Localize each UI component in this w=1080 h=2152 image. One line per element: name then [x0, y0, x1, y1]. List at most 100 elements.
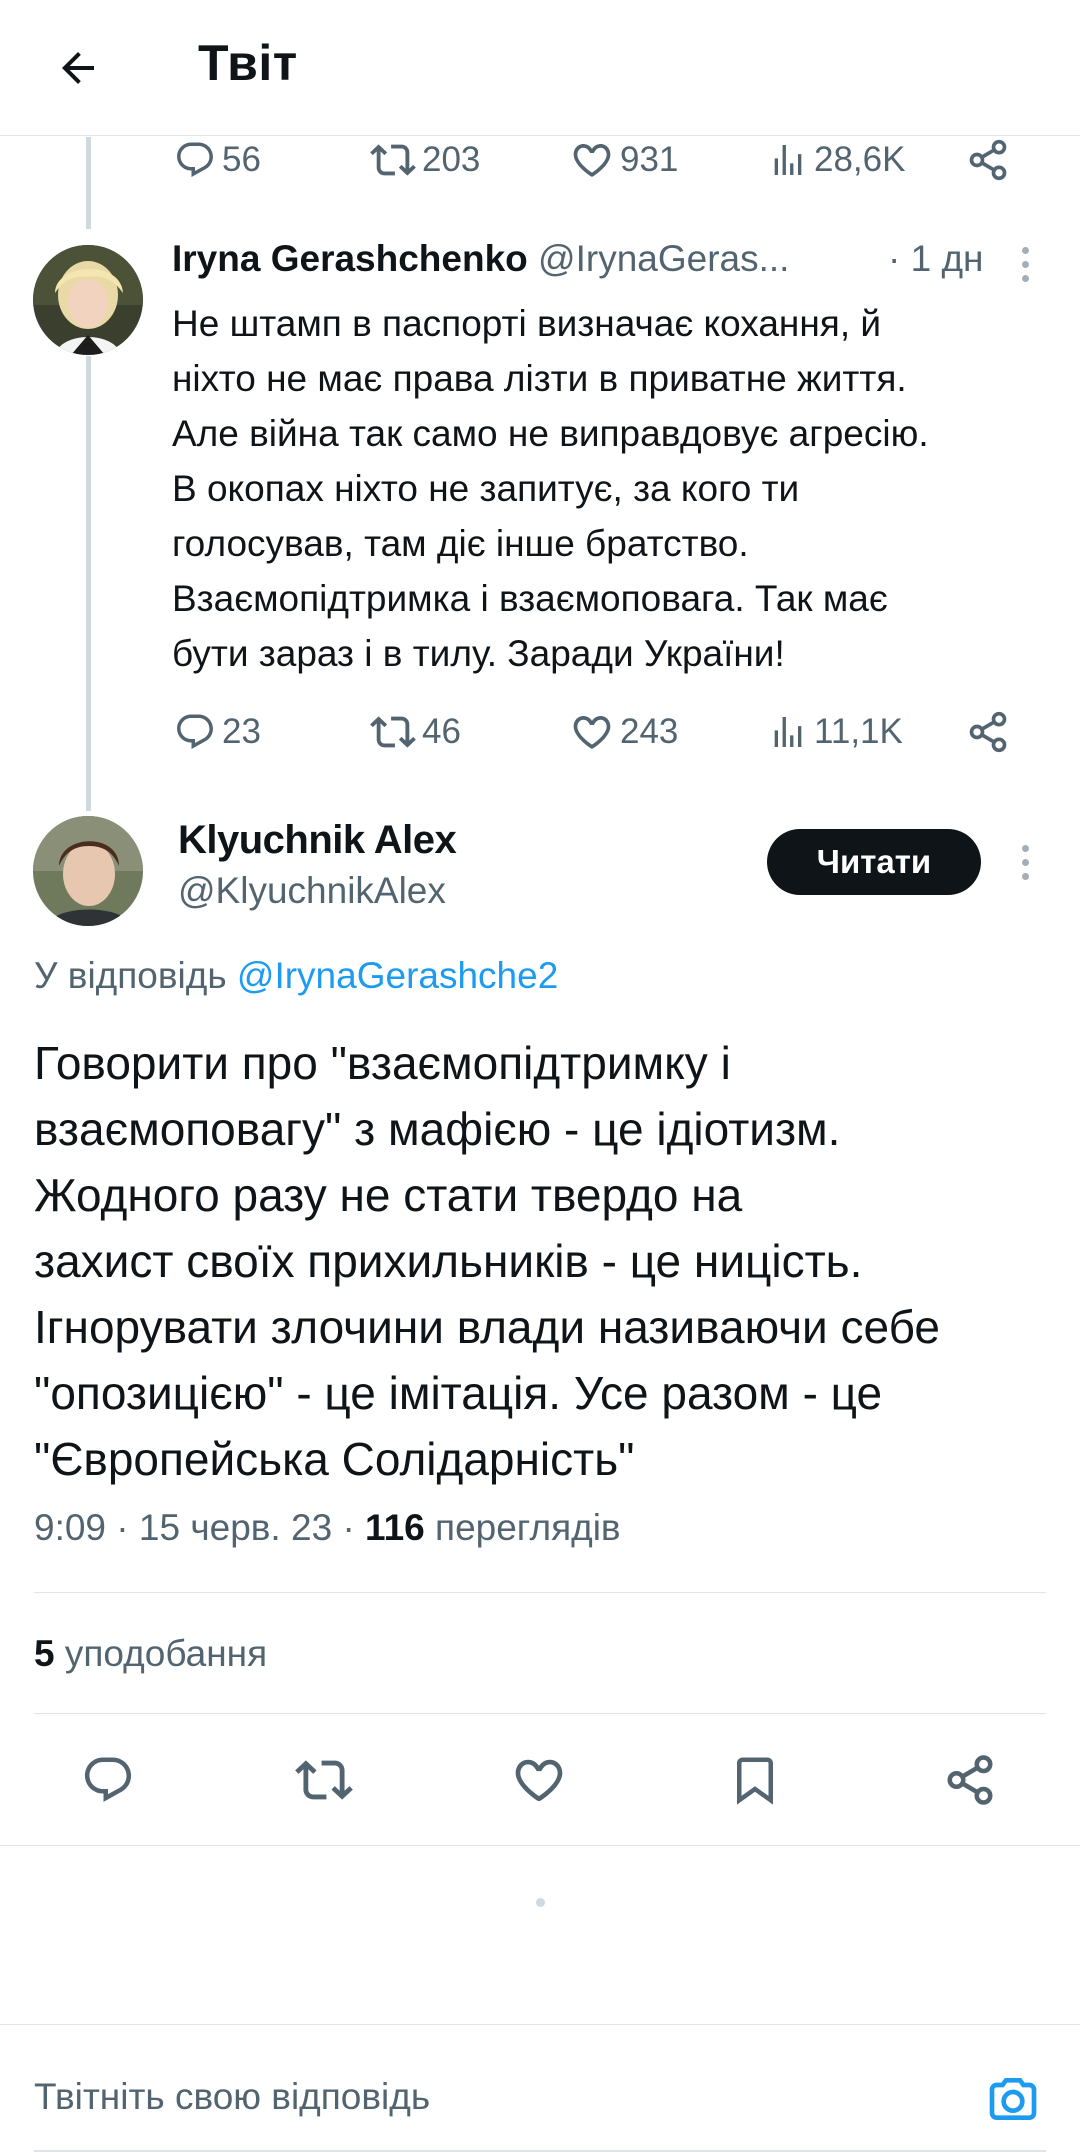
retweet-icon — [370, 716, 416, 748]
heart-icon — [515, 1759, 563, 1802]
main-tweet-text: Говорити про "взаємопідтримку і взаємопо… — [34, 1030, 1054, 1492]
loading-dot — [536, 1898, 545, 1907]
text-line: Ігнорувати злочини влади називаючи себе — [34, 1301, 940, 1353]
likes-count: 5 — [34, 1633, 55, 1674]
back-button[interactable] — [40, 30, 116, 106]
thread-line — [86, 137, 91, 229]
views-button[interactable]: 11,1K — [768, 702, 903, 762]
reply-composer: Твітніть свою відповідь — [0, 2024, 1080, 2152]
reply-icon — [84, 1757, 132, 1802]
arrow-left-icon — [62, 52, 94, 84]
share-button[interactable] — [966, 702, 1010, 762]
tweet-time[interactable]: 9:09 — [34, 1507, 106, 1548]
divider — [0, 1845, 1080, 1846]
more-dot — [1021, 872, 1029, 880]
text-line: Не штамп в паспорті визначає кохання, й — [172, 303, 882, 344]
share-icon — [969, 711, 1007, 753]
reply-input[interactable]: Твітніть свою відповідь — [34, 2076, 430, 2118]
reply-tweet-actions: 23 46 243 11,1K — [170, 702, 1030, 762]
more-dot — [1021, 274, 1029, 282]
like-button[interactable] — [504, 1745, 574, 1815]
retweet-count: 203 — [422, 140, 481, 179]
reply-button[interactable] — [73, 1745, 143, 1815]
main-tweet-actions — [0, 1745, 1080, 1815]
views-count: 28,6K — [814, 140, 906, 179]
camera-button[interactable] — [978, 2064, 1048, 2134]
views-count: 116 — [365, 1507, 425, 1548]
tweet-meta: 9:09 · 15 черв. 23 · 116 переглядів — [34, 1507, 621, 1549]
top-bar: Твіт — [0, 0, 1080, 136]
text-line: захист своїх прихильників - це ницість. — [34, 1235, 863, 1287]
retweet-button[interactable]: 203 — [370, 130, 480, 190]
meta-separator: · — [116, 1507, 129, 1548]
like-count: 931 — [620, 140, 679, 179]
retweet-icon — [295, 1760, 353, 1800]
bookmark-button[interactable] — [720, 1745, 790, 1815]
reply-button[interactable]: 56 — [174, 130, 261, 190]
tweet-time[interactable]: · 1 дн — [888, 238, 983, 280]
like-button[interactable]: 931 — [570, 130, 678, 190]
retweet-icon — [370, 144, 416, 176]
likes-label: уподобання — [64, 1633, 268, 1674]
reply-prefix: У відповідь — [34, 955, 227, 996]
divider — [34, 1592, 1046, 1593]
heart-icon — [573, 144, 611, 177]
text-line: Але війна так само не виправдовує агресі… — [172, 413, 929, 454]
text-line: В окопах ніхто не запитує, за кого ти — [172, 468, 800, 509]
author-handle[interactable]: @IrynaGeras... — [538, 238, 789, 279]
like-button[interactable]: 243 — [570, 702, 678, 762]
reply-count: 56 — [222, 140, 261, 179]
text-line: бути зараз і в тилу. Заради України! — [172, 633, 785, 674]
analytics-icon — [774, 717, 802, 747]
text-line: голосував, там діє інше братство. — [172, 523, 749, 564]
more-options-button[interactable] — [1005, 832, 1045, 892]
text-line: "Європейська Солідарність" — [34, 1433, 635, 1485]
share-icon — [969, 139, 1007, 181]
text-line: взаємоповагу" з мафією - це ідіотизм. — [34, 1103, 841, 1155]
views-button[interactable]: 28,6K — [768, 130, 905, 190]
avatar-iryna[interactable] — [33, 245, 143, 355]
reply-icon — [177, 142, 213, 177]
retweet-count: 46 — [422, 712, 461, 751]
share-button[interactable] — [966, 130, 1010, 190]
more-dot — [1021, 844, 1029, 852]
retweet-button[interactable]: 46 — [370, 702, 461, 762]
thread-line — [86, 356, 91, 811]
replying-to: У відповідь @IrynaGerashche2 — [34, 955, 558, 997]
more-options-button[interactable] — [1005, 234, 1045, 294]
share-button[interactable] — [935, 1745, 1005, 1815]
reply-button[interactable]: 23 — [174, 702, 261, 762]
text-line: Взаємопідтримка і взаємоповага. Так має — [172, 578, 888, 619]
tweet-date[interactable]: 15 черв. 23 — [139, 1507, 332, 1548]
reply-mention-link[interactable]: @IrynaGerashche2 — [237, 955, 558, 996]
camera-icon — [989, 2078, 1037, 2120]
retweet-button[interactable] — [289, 1745, 359, 1815]
heart-icon — [573, 716, 611, 749]
parent-tweet-actions: 56 203 931 28,6K — [170, 130, 1030, 190]
like-count: 243 — [620, 712, 679, 751]
reply-icon — [177, 714, 213, 749]
text-line: Говорити про "взаємопідтримку і — [34, 1037, 731, 1089]
text-line: Жодного разу не стати твердо на — [34, 1169, 743, 1221]
more-dot — [1021, 260, 1029, 268]
reply-tweet-text: Не штамп в паспорті визначає кохання, й … — [172, 296, 1052, 681]
views-count: 11,1K — [814, 712, 903, 751]
meta-separator: · — [342, 1507, 355, 1548]
author-name[interactable]: Klyuchnik Alex — [178, 818, 457, 863]
text-line: "опозицією" - це імітація. Усе разом - ц… — [34, 1367, 883, 1419]
likes-summary[interactable]: 5 уподобання — [34, 1633, 267, 1675]
page-title: Твіт — [198, 35, 298, 91]
share-icon — [947, 1755, 993, 1805]
reply-tweet-header: Iryna Gerashchenko @IrynaGeras... · 1 дн — [172, 238, 1032, 288]
more-dot — [1021, 858, 1029, 866]
reply-count: 23 — [222, 712, 261, 751]
avatar-klyuchnik[interactable] — [33, 816, 143, 926]
analytics-icon — [774, 145, 802, 175]
text-line: ніхто не має права лізти в приватне житт… — [172, 358, 907, 399]
author-name[interactable]: Iryna Gerashchenko — [172, 238, 528, 279]
bookmark-icon — [737, 1757, 773, 1805]
more-dot — [1021, 246, 1029, 254]
views-label: переглядів — [435, 1507, 621, 1548]
author-handle[interactable]: @KlyuchnikAlex — [178, 870, 446, 912]
follow-button[interactable]: Читати — [767, 829, 981, 895]
